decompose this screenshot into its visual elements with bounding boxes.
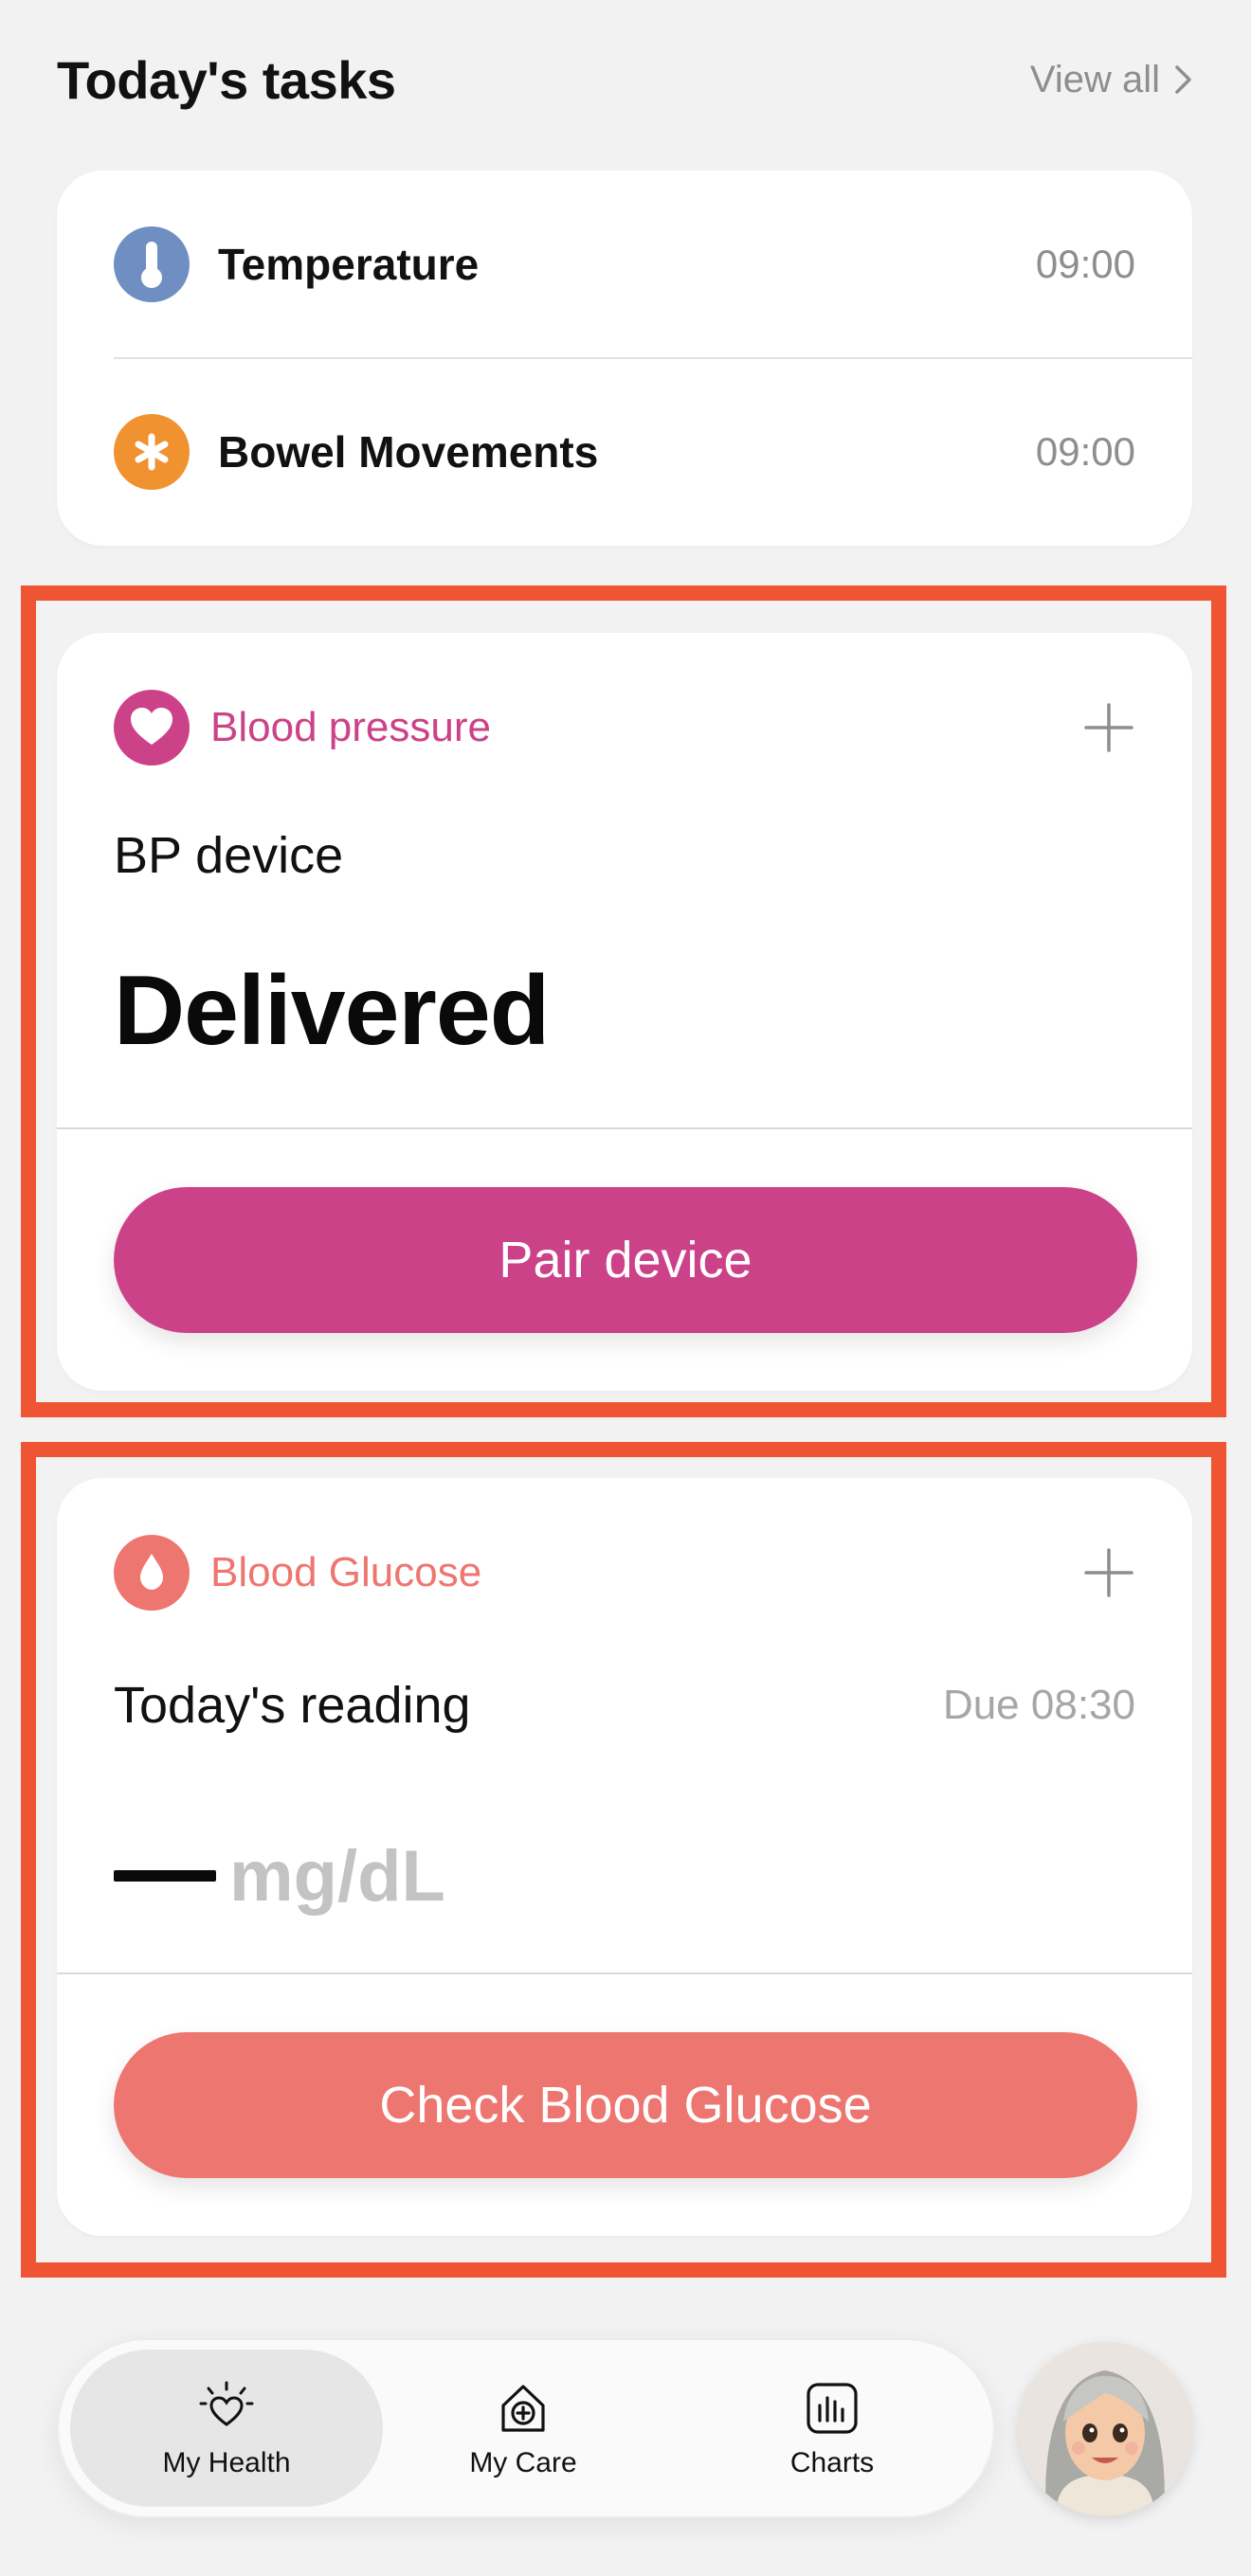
blood-glucose-title: Blood Glucose	[210, 1549, 482, 1595]
heart-icon	[114, 690, 190, 766]
task-time: 09:00	[1035, 242, 1135, 286]
heart-sun-icon	[199, 2381, 254, 2426]
nav-my-care[interactable]: My Care	[390, 2350, 656, 2507]
blood-glucose-card: Blood Glucose Today's reading Due 08:30 …	[57, 1478, 1192, 2236]
empty-value-dash	[114, 1870, 216, 1882]
check-blood-glucose-button[interactable]: Check Blood Glucose	[114, 2032, 1137, 2178]
todays-reading-label: Today's reading	[114, 1677, 471, 1734]
blood-glucose-header: Blood Glucose	[114, 1535, 1135, 1611]
tasks-title: Today's tasks	[57, 49, 396, 110]
bottom-nav: My Health My Care Charts	[59, 2340, 993, 2516]
nav-label: My Care	[469, 2447, 577, 2478]
task-row-bowel-movements[interactable]: Bowel Movements 09:00	[114, 358, 1135, 546]
add-icon[interactable]	[1082, 701, 1135, 754]
bp-subtitle-row: BP device	[114, 822, 1135, 889]
task-row-temperature[interactable]: Temperature 09:00	[114, 171, 1135, 358]
add-icon[interactable]	[1082, 1546, 1135, 1599]
blood-pressure-title: Blood pressure	[210, 704, 491, 750]
bar-chart-icon	[807, 2383, 858, 2434]
nav-label: Charts	[789, 2447, 875, 2478]
view-all-label: View all	[1029, 58, 1160, 100]
nav-my-health[interactable]: My Health	[70, 2350, 383, 2507]
bp-device-label: BP device	[114, 827, 344, 884]
house-plus-icon	[501, 2385, 545, 2432]
nav-label: My Health	[162, 2447, 291, 2478]
task-label: Bowel Movements	[218, 427, 599, 477]
blood-pressure-card: Blood pressure BP device Delivered Pair …	[57, 633, 1192, 1391]
pair-device-button[interactable]: Pair device	[114, 1187, 1137, 1333]
blood-pressure-header: Blood pressure	[114, 690, 1135, 766]
due-time-label: Due 08:30	[942, 1682, 1135, 1728]
asterisk-icon	[114, 414, 190, 490]
drop-icon	[114, 1535, 190, 1611]
divider	[57, 1127, 1192, 1129]
reading-unit: mg/dL	[229, 1835, 445, 1917]
divider	[57, 1973, 1192, 1974]
bp-status-value: Delivered	[114, 956, 550, 1066]
view-all-link[interactable]: View all	[1030, 59, 1194, 101]
thermometer-icon	[114, 226, 190, 302]
avatar-image	[1018, 2342, 1192, 2516]
avatar[interactable]	[1018, 2342, 1192, 2516]
tasks-card: Temperature 09:00 Bowel Movements 09:00	[57, 171, 1192, 546]
nav-charts[interactable]: Charts	[699, 2350, 965, 2507]
task-label: Temperature	[218, 240, 480, 289]
reading-value: mg/dL	[114, 1828, 445, 1923]
tasks-header: Today's tasks View all	[57, 42, 1194, 117]
bg-subtitle-row: Today's reading Due 08:30	[114, 1672, 1135, 1738]
task-time: 09:00	[1035, 429, 1135, 474]
chevron-right-icon	[1175, 65, 1191, 94]
